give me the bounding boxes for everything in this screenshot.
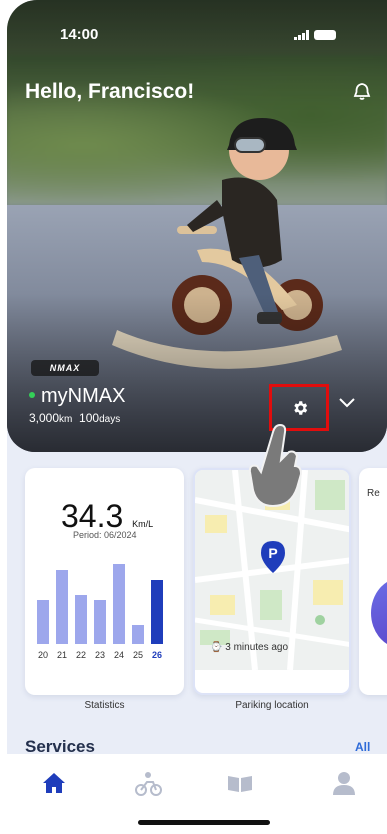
fuel-value-unit: Km/L (132, 519, 154, 529)
bar-25 (132, 625, 144, 644)
x-label-26: 26 (151, 650, 162, 660)
vehicle-name-row: myNMAX (29, 385, 125, 408)
app-screen: 14:00 Hello, Francisco! NMAX myNMAX 3,00… (7, 0, 387, 834)
pin-letter: P (268, 545, 277, 561)
hero-banner: 14:00 Hello, Francisco! NMAX myNMAX 3,00… (7, 0, 387, 452)
distance-unit: km (59, 414, 73, 425)
services-all-link[interactable]: All (355, 740, 370, 754)
bar-24 (113, 564, 125, 644)
x-label-24: 24 (113, 650, 124, 660)
notification-bell-icon[interactable] (352, 82, 372, 102)
parking-time-text: 3 minutes ago (225, 642, 289, 653)
tap-gesture-hand-icon (248, 423, 303, 508)
third-card-label: Re (367, 488, 380, 499)
bar-20 (37, 600, 49, 644)
distance-value: 3,000 (29, 411, 60, 425)
status-time: 14:00 (60, 26, 99, 43)
bar-23 (94, 600, 106, 644)
parking-caption: Pariking location (235, 700, 309, 711)
days-value: 100 (79, 411, 100, 425)
third-card[interactable]: Re (359, 468, 387, 695)
gear-icon (294, 401, 308, 415)
model-logo-badge: NMAX (31, 360, 99, 376)
home-icon[interactable] (39, 768, 69, 798)
cellular-signal-icon (294, 30, 309, 40)
statistics-caption: Statistics (84, 700, 125, 711)
online-status-dot (29, 391, 35, 398)
greeting-title: Hello, Francisco! (25, 80, 195, 103)
status-bar: 14:00 (7, 26, 387, 46)
statistics-bar-chart: 20 21 22 23 24 25 26 (37, 558, 177, 668)
parking-pin-icon: P (261, 541, 285, 573)
bar-26 (151, 580, 163, 644)
vehicle-name: myNMAX (41, 385, 126, 407)
bar-21 (56, 570, 68, 644)
profile-icon[interactable] (329, 768, 359, 798)
chevron-down-icon[interactable] (339, 398, 355, 408)
x-label-22: 22 (75, 650, 86, 660)
motorbike-icon[interactable] (133, 768, 163, 798)
x-label-21: 21 (56, 650, 67, 660)
third-card-graphic (371, 578, 387, 648)
parking-time: ⌚ 3 minutes ago (210, 642, 288, 653)
x-label-23: 23 (94, 650, 105, 660)
vehicle-stats: 3,000km 100days (29, 411, 120, 425)
x-label-25: 25 (132, 650, 143, 660)
days-unit: days (99, 414, 121, 425)
clock-history-icon: ⌚ (210, 642, 223, 653)
bottom-tab-bar (7, 754, 387, 834)
battery-icon (314, 30, 336, 40)
statistics-period: Period: 06/2024 (73, 530, 137, 540)
home-indicator (138, 820, 270, 825)
bar-22 (75, 595, 87, 644)
book-icon[interactable] (225, 768, 255, 798)
statistics-card[interactable]: 34.3 Km/L Period: 06/2024 20 21 22 23 24 25 26 (25, 468, 184, 695)
x-label-20: 20 (37, 650, 48, 660)
fuel-value-number: 34.3 (61, 498, 124, 534)
